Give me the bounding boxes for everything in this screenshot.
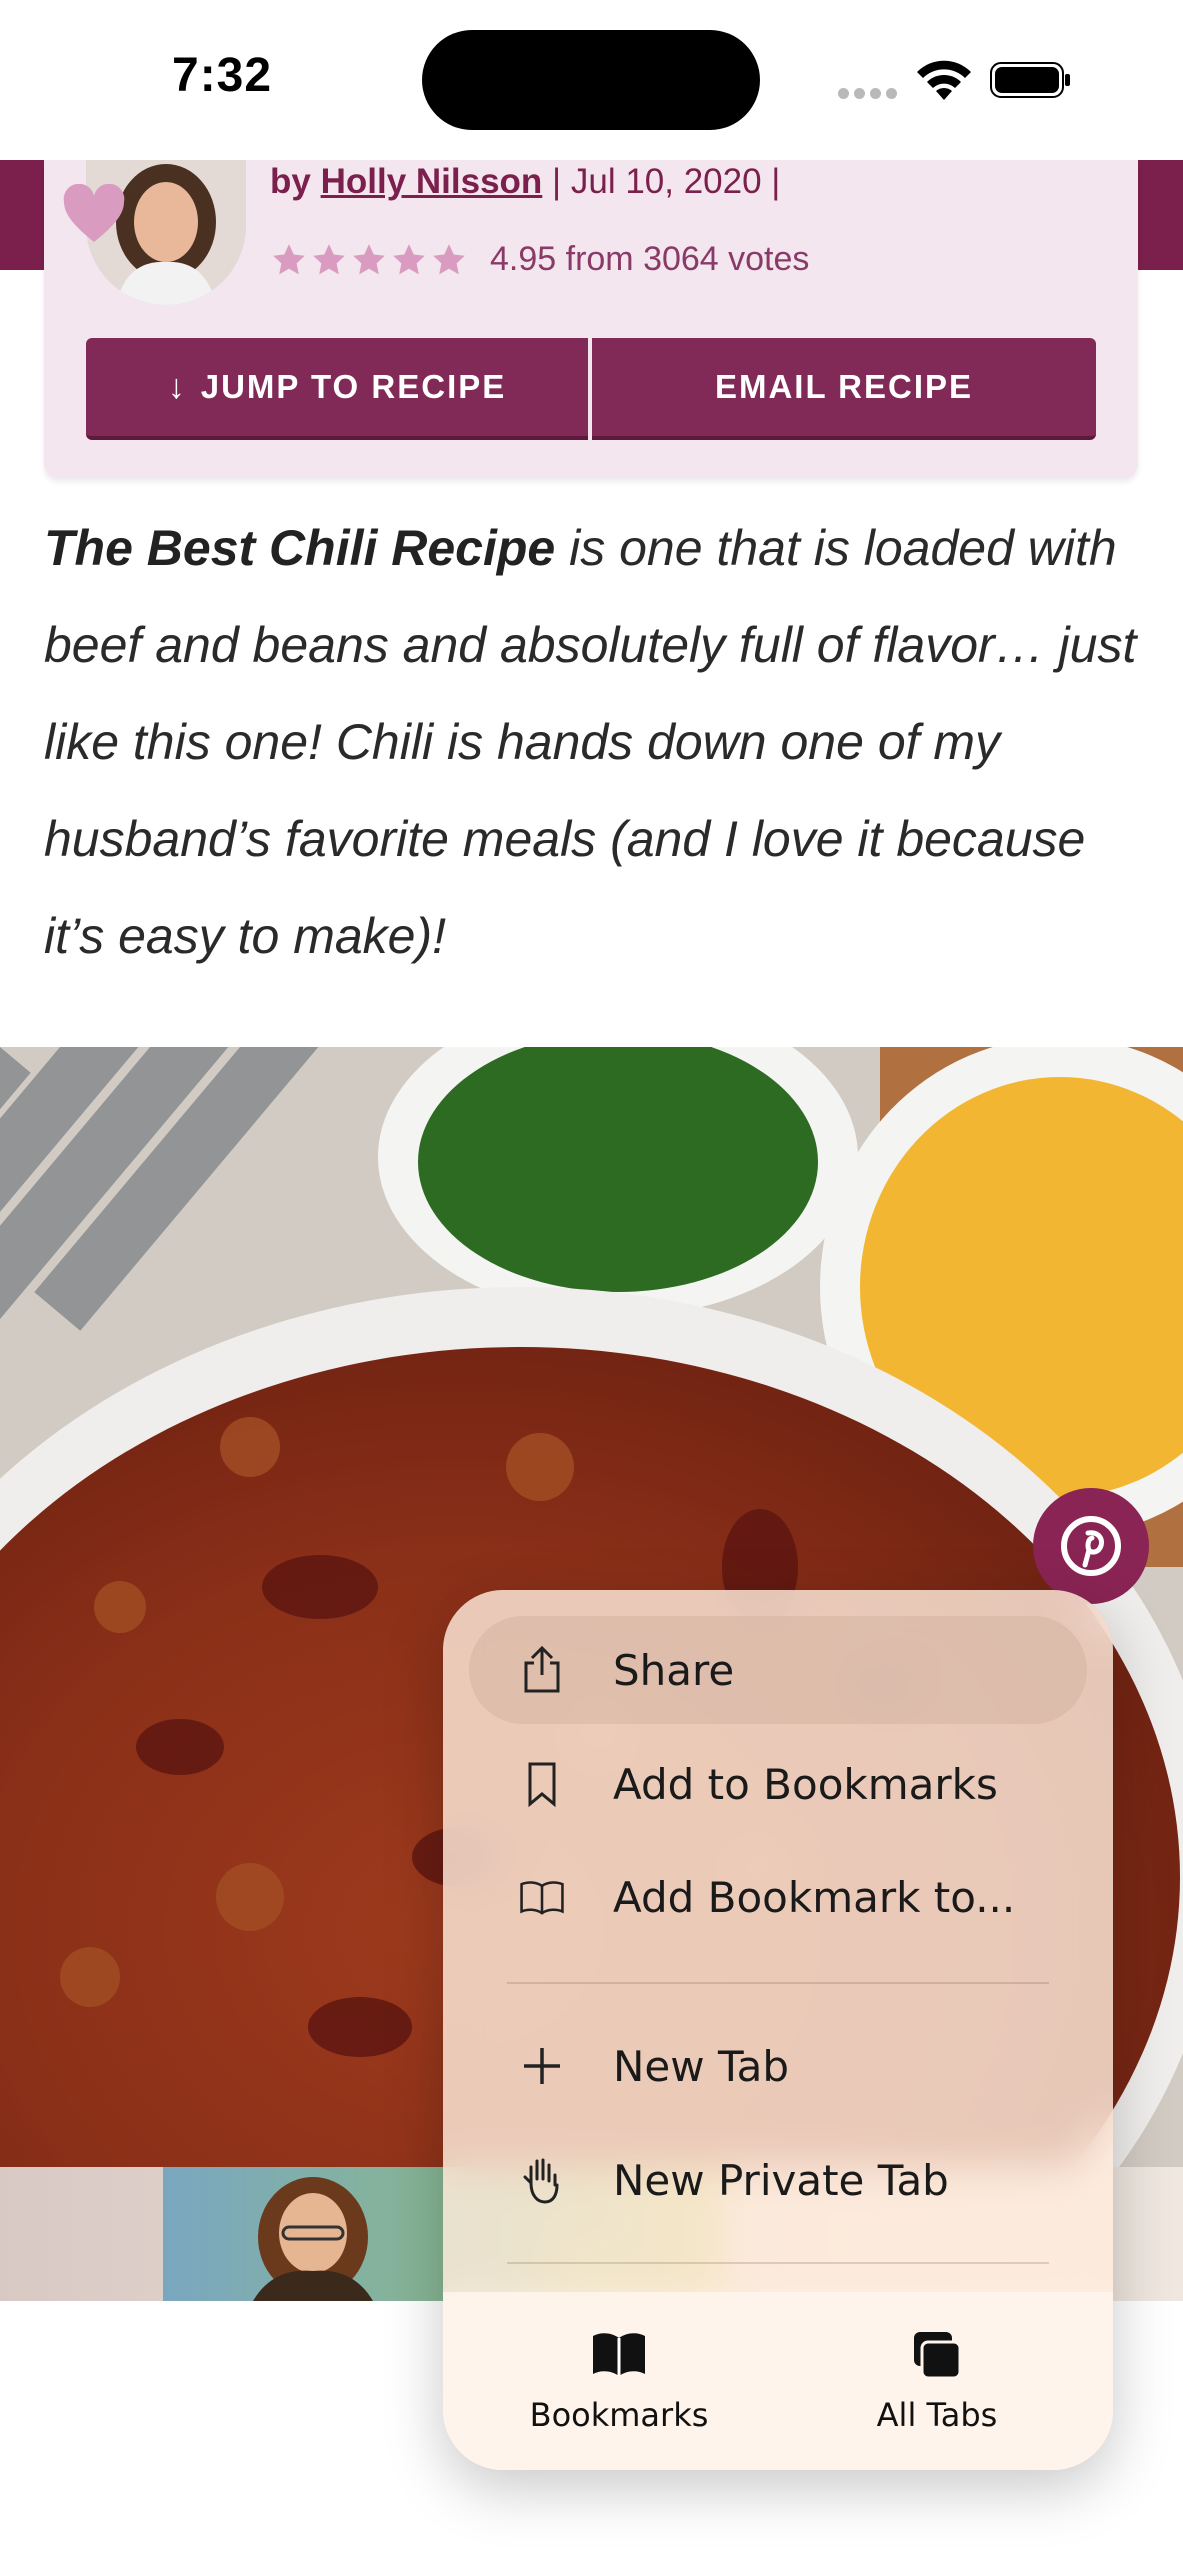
pinterest-icon (1061, 1516, 1121, 1576)
post-date: | Jul 10, 2020 | (552, 162, 781, 201)
menu-item-label: Add to Bookmarks (613, 1759, 998, 1809)
byline-prefix: by (270, 162, 311, 201)
plus-icon (519, 2043, 565, 2089)
context-menu: Share Add to Bookmarks Add Bookmark to..… (443, 1590, 1113, 2470)
star-icon[interactable] (430, 241, 468, 279)
byline: by Holly Nilsson | Jul 10, 2020 | (270, 160, 780, 204)
cellular-signal-icon (838, 86, 902, 104)
hand-icon (519, 2157, 565, 2204)
pinterest-button[interactable] (1033, 1488, 1149, 1604)
jump-to-recipe-button[interactable]: ↓ JUMP TO RECIPE (86, 338, 588, 440)
share-icon (519, 1645, 565, 1693)
menu-item-new-tab[interactable]: New Tab (469, 2012, 1087, 2120)
bookmarks-button[interactable]: Bookmarks (489, 2312, 749, 2452)
jump-to-recipe-label: JUMP TO RECIPE (200, 368, 507, 405)
menu-item-label: New Private Tab (613, 2155, 949, 2205)
context-menu-bottom-bar: Bookmarks All Tabs (443, 2292, 1113, 2470)
tabs-icon (914, 2332, 962, 2380)
status-time: 7:32 (172, 49, 273, 102)
brand-band-right (1137, 160, 1183, 270)
menu-item-add-to-bookmarks[interactable]: Add to Bookmarks (469, 1730, 1087, 1838)
book-open-icon (519, 1874, 565, 1920)
intro-text: is one that is loaded with beef and bean… (44, 520, 1137, 964)
intro-bold-lead: The Best Chili Recipe (44, 520, 556, 576)
menu-item-label: New Tab (613, 2041, 790, 2091)
star-icon[interactable] (270, 241, 308, 279)
rating-stars[interactable] (270, 241, 468, 279)
menu-item-label: Add Bookmark to... (613, 1872, 1016, 1922)
intro-paragraph: The Best Chili Recipe is one that is loa… (44, 500, 1154, 985)
wifi-icon (917, 60, 971, 100)
star-icon[interactable] (350, 241, 388, 279)
menu-divider (507, 2262, 1049, 2264)
all-tabs-label: All Tabs (876, 2396, 998, 2434)
rating[interactable]: 4.95 from 3064 votes (270, 240, 809, 279)
menu-item-label: Share (613, 1645, 735, 1695)
bookmark-icon (519, 1761, 565, 1807)
battery-icon (990, 62, 1070, 98)
all-tabs-button[interactable]: All Tabs (807, 2312, 1067, 2452)
menu-item-share[interactable]: Share (469, 1616, 1087, 1724)
author-link[interactable]: Holly Nilsson (321, 162, 543, 201)
status-bar: 7:32 (0, 0, 1183, 160)
recipe-header-card: by Holly Nilsson | Jul 10, 2020 | 4.95 f… (44, 160, 1138, 478)
menu-item-new-private-tab[interactable]: New Private Tab (469, 2126, 1087, 2234)
heart-icon[interactable] (62, 184, 126, 244)
star-icon[interactable] (310, 241, 348, 279)
email-recipe-button[interactable]: EMAIL RECIPE (592, 338, 1096, 440)
dynamic-island (422, 30, 760, 130)
email-recipe-label: EMAIL RECIPE (714, 368, 974, 405)
bookmarks-icon (593, 2333, 645, 2376)
brand-band-left (0, 160, 46, 270)
menu-divider (507, 1982, 1049, 1984)
star-icon[interactable] (390, 241, 428, 279)
arrow-down-icon: ↓ (167, 367, 187, 406)
rating-text: 4.95 from 3064 votes (490, 240, 810, 278)
menu-item-add-bookmark-to[interactable]: Add Bookmark to... (469, 1843, 1087, 1951)
bookmarks-label: Bookmarks (529, 2396, 709, 2434)
